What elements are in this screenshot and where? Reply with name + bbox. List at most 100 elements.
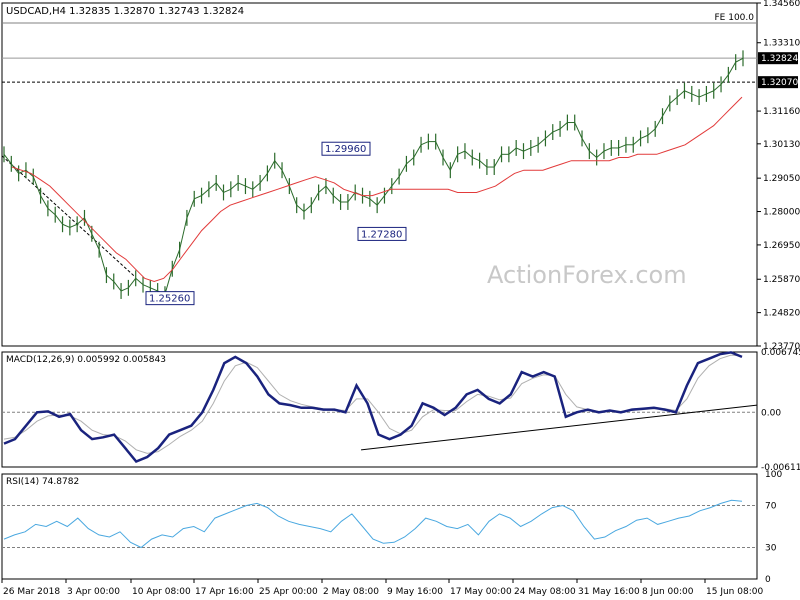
price-segment (545, 131, 554, 139)
price-segment (369, 198, 378, 206)
price-segment (618, 144, 627, 149)
price-segment (91, 233, 100, 250)
price-segment (208, 182, 217, 190)
price-segment (186, 198, 195, 219)
macd-tick-label: 0.006745 (761, 348, 800, 358)
price-segment (684, 90, 692, 95)
price-segment (523, 147, 532, 152)
level-label: 1.32070 (761, 78, 798, 88)
rsi-tick-label: 0 (765, 575, 771, 585)
price-tick-label: 1.34560 (763, 0, 800, 9)
macd-title: MACD(12,26,9) 0.005992 0.005843 (6, 355, 166, 365)
price-segment (281, 169, 290, 187)
price-segment (706, 90, 714, 95)
price-tick-label: 1.28000 (763, 208, 800, 218)
price-segment (310, 192, 320, 206)
x-axis-label: 10 Apr 08:00 (132, 587, 191, 597)
price-segment (589, 150, 597, 158)
price-segment (40, 195, 49, 209)
rsi-tick-label: 100 (765, 470, 782, 480)
price-segment (127, 277, 137, 289)
price-segment (296, 204, 305, 212)
macd-line (3, 351, 743, 464)
price-segment (515, 147, 524, 152)
pane-frame-2 (1, 473, 758, 580)
x-axis-label: 31 May 16:00 (578, 587, 640, 597)
price-segment (325, 185, 334, 196)
price-segment (391, 176, 400, 187)
price-segment (274, 160, 283, 171)
price-segment (106, 274, 115, 282)
price-segment (47, 207, 56, 216)
price-segment (318, 185, 327, 193)
fe-level-label: FE 100.0 (715, 13, 755, 23)
rsi-line (3, 499, 743, 549)
price-segment (245, 185, 253, 190)
price-tick-label: 1.31160 (763, 107, 800, 117)
price-segment (142, 284, 151, 289)
price-segment (559, 122, 568, 130)
price-segment (493, 154, 502, 168)
price-segment (720, 74, 729, 85)
price-tick-label: 1.25870 (763, 275, 800, 285)
price-annotation-label: 1.29960 (325, 144, 366, 155)
price-tick-label: 1.30130 (763, 140, 800, 150)
price-segment (194, 195, 202, 200)
price-segment (230, 182, 239, 190)
x-axis-label: 8 Jun 00:00 (642, 587, 694, 597)
price-segment (472, 157, 480, 162)
price-segment (662, 103, 671, 117)
price-tick-label: 1.29050 (763, 174, 800, 184)
rsi-title: RSI(14) 74.8782 (6, 477, 79, 487)
price-segment (698, 93, 707, 98)
price-segment (54, 214, 63, 225)
price-segment (691, 93, 700, 98)
price-tick-label: 1.33310 (763, 39, 800, 49)
price-segment (413, 144, 422, 158)
price-segment (376, 195, 385, 206)
chart-canvas: 1.34560 1.33310 1.31160 1.30130 1.29050 1.280… (1, 0, 800, 597)
price-segment (581, 138, 590, 152)
price-segment (596, 150, 605, 158)
price-segment (76, 217, 85, 225)
price-annotation-label: 1.27280 (361, 229, 402, 240)
price-segment (457, 150, 466, 155)
x-axis-label: 25 Apr 00:00 (259, 587, 318, 597)
price-segment (479, 160, 488, 168)
price-segment (113, 281, 122, 292)
current-price-label: 1.32824 (761, 54, 798, 64)
price-segment (676, 90, 685, 98)
price-title: USDCAD,H4 1.32835 1.32870 1.32743 1.3282… (6, 6, 244, 17)
price-segment (266, 160, 276, 174)
price-segment (508, 147, 517, 155)
x-axis-label: 17 Apr 16:00 (195, 587, 254, 597)
price-segment (62, 223, 71, 228)
price-segment (288, 185, 298, 206)
price-segment (252, 182, 261, 190)
price-segment (464, 150, 473, 158)
price-segment (223, 188, 232, 193)
price-segment (303, 204, 312, 212)
price-segment (735, 57, 744, 63)
price-segment (435, 141, 444, 158)
price-segment (713, 84, 722, 92)
x-axis-label: 17 May 00:00 (450, 587, 512, 597)
price-segment (442, 157, 451, 171)
price-tick-label: 1.26950 (763, 241, 800, 251)
x-axis-label: 15 Jun 08:00 (706, 587, 763, 597)
price-segment (164, 268, 173, 295)
macd-signal-line (3, 354, 743, 454)
price-segment (537, 138, 546, 146)
x-axis-label: 24 May 08:00 (514, 587, 576, 597)
pane-frame-0 (1, 2, 758, 347)
price-segment (3, 154, 12, 165)
price-segment (179, 217, 188, 250)
price-segment (530, 144, 539, 149)
rsi-tick-label: 30 (765, 544, 777, 554)
price-segment (120, 287, 129, 292)
moving-average-line (11, 96, 743, 283)
price-segment (603, 147, 612, 152)
price-segment (347, 192, 356, 203)
watermark: ActionForex.com (487, 261, 687, 289)
price-segment (654, 115, 663, 130)
